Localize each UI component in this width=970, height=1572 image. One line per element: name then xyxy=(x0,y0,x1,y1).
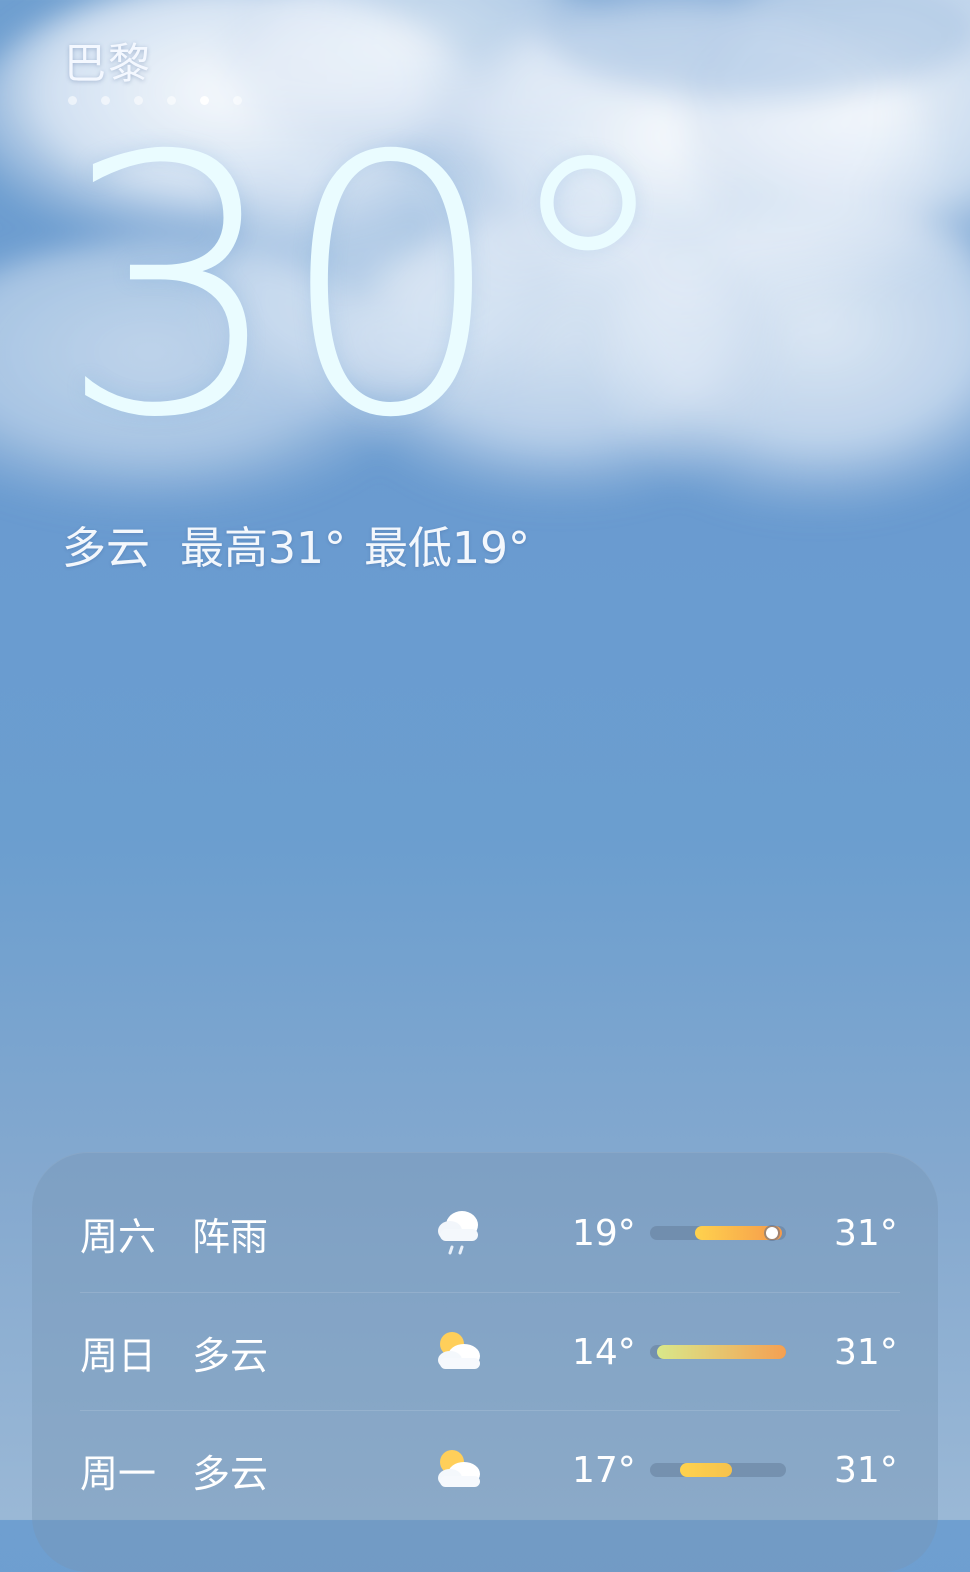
forecast-low: 17° xyxy=(572,1449,636,1491)
forecast-high: 31° xyxy=(834,1331,898,1373)
temperature-range-bar xyxy=(650,1226,786,1240)
today-high: 最高31° xyxy=(180,523,346,574)
shower-cloud-icon xyxy=(422,1203,572,1263)
partly-cloudy-icon xyxy=(422,1322,572,1382)
forecast-high: 31° xyxy=(834,1449,898,1491)
forecast-panel[interactable]: 周六 阵雨 19° 31° 周日 多云 14° 31° 周一 多云 17° 31… xyxy=(32,1152,938,1572)
forecast-day: 周日 xyxy=(80,1333,157,1378)
forecast-day: 周一 xyxy=(80,1451,157,1496)
forecast-high: 31° xyxy=(834,1212,898,1254)
forecast-row[interactable]: 周六 阵雨 19° 31° xyxy=(80,1174,900,1292)
current-temperature: 30° xyxy=(58,81,677,495)
forecast-low: 19° xyxy=(572,1212,636,1254)
forecast-row[interactable]: 周一 多云 17° 31° xyxy=(80,1410,900,1529)
partly-cloudy-icon xyxy=(422,1440,572,1500)
temperature-range-bar xyxy=(650,1463,786,1477)
forecast-day: 周六 xyxy=(80,1214,157,1259)
temperature-range-fill xyxy=(679,1463,732,1477)
current-condition: 多云 xyxy=(62,523,150,574)
weather-summary: 多云 最高31° 最低19° xyxy=(62,512,530,576)
forecast-condition: 多云 xyxy=(192,1451,269,1496)
today-low: 最低19° xyxy=(364,523,530,574)
forecast-condition: 多云 xyxy=(192,1333,269,1378)
temperature-range-fill xyxy=(656,1345,786,1359)
forecast-row[interactable]: 周日 多云 14° 31° xyxy=(80,1292,900,1411)
forecast-condition: 阵雨 xyxy=(192,1214,269,1259)
temperature-range-bar xyxy=(650,1345,786,1359)
forecast-low: 14° xyxy=(572,1331,636,1373)
